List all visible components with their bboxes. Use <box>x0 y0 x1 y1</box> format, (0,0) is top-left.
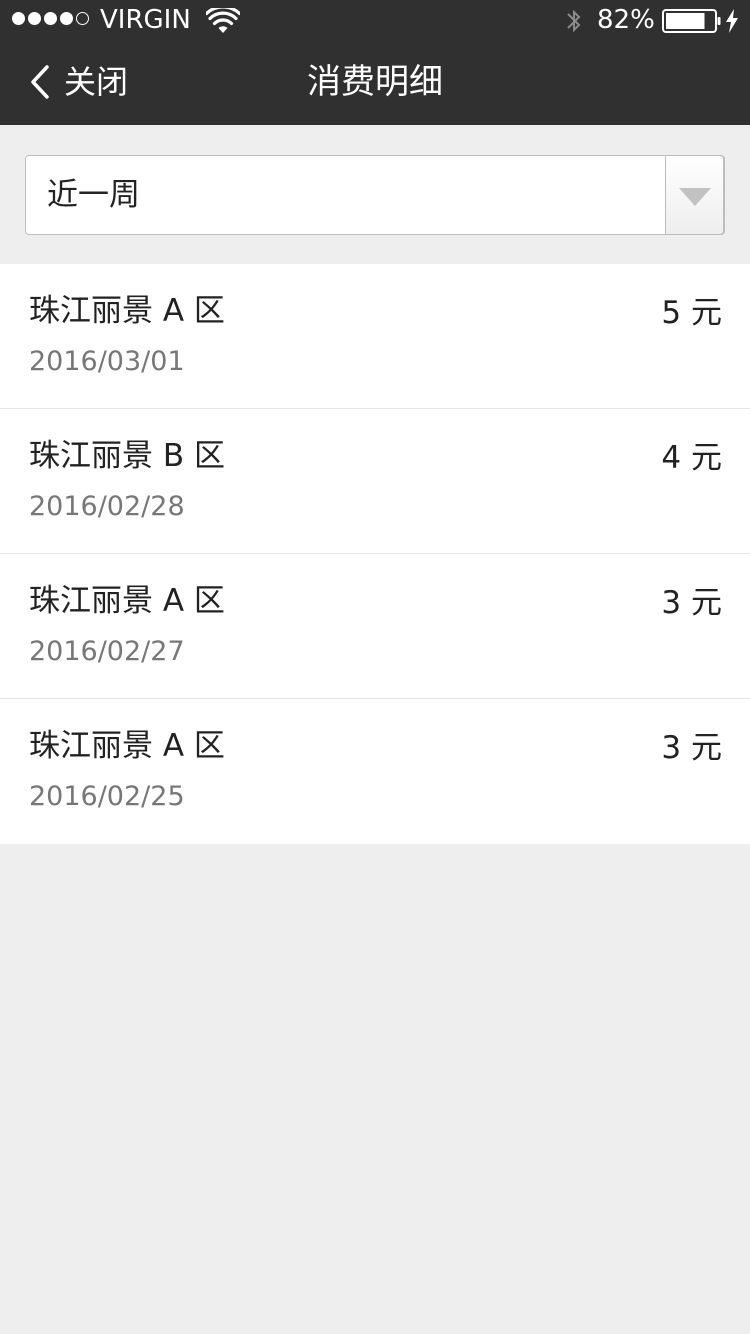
record-amount: 4 元 <box>661 440 722 476</box>
list-item[interactable]: 珠江丽景 A 区 2016/02/27 3 元 <box>0 554 750 699</box>
page-title: 消费明细 <box>307 62 443 102</box>
signal-dot <box>76 12 89 25</box>
status-bar: VIRGIN 82% <box>0 0 750 40</box>
record-amount: 5 元 <box>661 295 722 331</box>
signal-strength-icon <box>12 12 89 28</box>
record-date: 2016/02/25 <box>29 781 185 812</box>
charging-bolt-icon <box>726 9 738 33</box>
record-amount: 3 元 <box>661 585 722 621</box>
wifi-icon <box>206 8 240 33</box>
record-date: 2016/03/01 <box>29 346 185 377</box>
signal-dot <box>28 12 41 25</box>
signal-dot <box>44 12 57 25</box>
list-item[interactable]: 珠江丽景 B 区 2016/02/28 4 元 <box>0 409 750 554</box>
top-bar: VIRGIN 82% 关闭 消费明细 <box>0 0 750 125</box>
carrier-name: VIRGIN <box>100 5 191 35</box>
record-date: 2016/02/28 <box>29 491 185 522</box>
battery-icon <box>662 9 721 33</box>
signal-dot <box>60 12 73 25</box>
record-place: 珠江丽景 A 区 <box>29 728 225 764</box>
record-place: 珠江丽景 A 区 <box>29 583 225 619</box>
bluetooth-icon <box>567 9 581 33</box>
period-select[interactable]: 近一周 <box>25 155 725 235</box>
list-item[interactable]: 珠江丽景 A 区 2016/03/01 5 元 <box>0 264 750 409</box>
battery-percent: 82% <box>597 5 655 35</box>
record-place: 珠江丽景 B 区 <box>29 438 225 474</box>
period-select-toggle[interactable] <box>665 155 724 235</box>
list-item[interactable]: 珠江丽景 A 区 2016/02/25 3 元 <box>0 699 750 844</box>
record-date: 2016/02/27 <box>29 636 185 667</box>
period-select-value: 近一周 <box>47 177 140 213</box>
record-amount: 3 元 <box>661 730 722 766</box>
triangle-down-icon <box>679 188 711 206</box>
record-place: 珠江丽景 A 区 <box>29 293 225 329</box>
signal-dot <box>12 12 25 25</box>
consumption-list: 珠江丽景 A 区 2016/03/01 5 元 珠江丽景 B 区 2016/02… <box>0 264 750 844</box>
